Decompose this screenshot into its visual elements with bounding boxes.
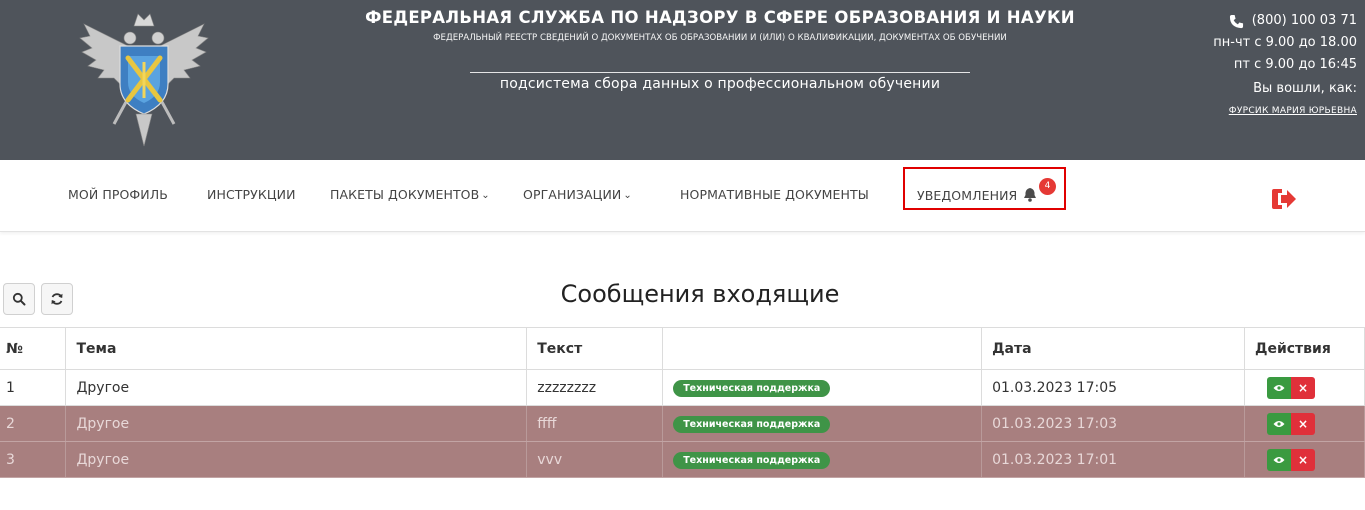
- cell-actions: ×: [1244, 405, 1365, 442]
- row-actions: ×: [1266, 448, 1315, 471]
- table-row[interactable]: 2 Другое ffff Техническая поддержка 01.0…: [0, 405, 1365, 442]
- bell-icon: [1024, 188, 1037, 202]
- title-divider: [470, 72, 970, 73]
- hours-fri: пт с 9.00 до 16:45: [1233, 57, 1357, 72]
- org-title: ФЕДЕРАЛЬНАЯ СЛУЖБА ПО НАДЗОРУ В СФЕРЕ ОБ…: [365, 8, 1075, 27]
- category-badge: Техническая поддержка: [673, 451, 831, 469]
- category-badge: Техническая поддержка: [673, 415, 831, 433]
- table-header-row: № Тема Текст Дата Действия: [0, 327, 1365, 370]
- phone-icon: [1229, 14, 1243, 28]
- column-header-actions: Действия: [1244, 327, 1365, 370]
- cell-actions: ×: [1244, 441, 1365, 478]
- nav-item-organizations[interactable]: ОРГАНИЗАЦИИ ⌄: [523, 187, 632, 202]
- logout-icon[interactable]: [1271, 187, 1297, 211]
- cell-text: zzzzzzzz: [526, 369, 664, 406]
- view-button[interactable]: [1266, 448, 1291, 471]
- close-icon: ×: [1297, 416, 1309, 431]
- nav-item-notifications-label: УВЕДОМЛЕНИЯ: [917, 188, 1018, 203]
- column-header-text[interactable]: Текст: [526, 327, 664, 370]
- row-actions: ×: [1266, 412, 1315, 435]
- phone-row: (800) 100 03 71: [1157, 10, 1357, 32]
- page-title: Сообщения входящие: [560, 280, 840, 308]
- nav-item-normative-docs[interactable]: НОРМАТИВНЫЕ ДОКУМЕНТЫ: [680, 187, 869, 202]
- cell-text: ffff: [526, 405, 664, 442]
- close-icon: ×: [1297, 380, 1309, 395]
- logged-in-label: Вы вошли, как:: [1253, 81, 1357, 96]
- delete-button[interactable]: ×: [1290, 376, 1315, 399]
- cell-number: 1: [0, 369, 67, 406]
- phone-number[interactable]: (800) 100 03 71: [1252, 10, 1357, 32]
- subsystem-title: подсистема сбора данных о профессиональн…: [499, 76, 941, 92]
- category-badge: Техническая поддержка: [673, 379, 831, 397]
- cell-date: 01.03.2023 17:05: [981, 369, 1245, 406]
- column-header-tag: [662, 327, 983, 370]
- nav-item-instructions[interactable]: ИНСТРУКЦИИ: [207, 187, 296, 202]
- hours-mon-thu: пн-чт с 9.00 до 18.00: [1213, 35, 1357, 50]
- close-icon: ×: [1297, 452, 1309, 467]
- main-nav: МОЙ ПРОФИЛЬ ИНСТРУКЦИИ ПАКЕТЫ ДОКУМЕНТОВ…: [0, 160, 1365, 232]
- cell-number: 3: [0, 441, 67, 478]
- view-button[interactable]: [1266, 412, 1291, 435]
- nav-item-profile[interactable]: МОЙ ПРОФИЛЬ: [68, 187, 168, 202]
- cell-text: vvv: [526, 441, 664, 478]
- messages-table: № Тема Текст Дата Действия 1 Другое zzzz…: [0, 327, 1365, 478]
- user-name-link[interactable]: ФУРСИК МАРИЯ ЮРЬЕВНА: [1157, 100, 1357, 122]
- eye-icon: [1273, 384, 1285, 391]
- delete-button[interactable]: ×: [1290, 412, 1315, 435]
- table-row[interactable]: 1 Другое zzzzzzzz Техническая поддержка …: [0, 369, 1365, 406]
- table-row[interactable]: 3 Другое vvv Техническая поддержка 01.03…: [0, 441, 1365, 478]
- cell-topic: Другое: [65, 405, 528, 442]
- notification-count-badge: 4: [1039, 178, 1056, 195]
- nav-item-notifications[interactable]: УВЕДОМЛЕНИЯ: [917, 187, 1037, 203]
- cell-actions: ×: [1244, 369, 1365, 406]
- nav-item-doc-packages[interactable]: ПАКЕТЫ ДОКУМЕНТОВ ⌄: [330, 187, 490, 202]
- nav-item-doc-packages-label: ПАКЕТЫ ДОКУМЕНТОВ: [330, 187, 480, 202]
- cell-topic: Другое: [65, 369, 528, 406]
- cell-date: 01.03.2023 17:03: [981, 405, 1245, 442]
- cell-tag: Техническая поддержка: [662, 369, 983, 406]
- column-header-number[interactable]: №: [0, 327, 67, 370]
- cell-topic: Другое: [65, 441, 528, 478]
- nav-item-organizations-label: ОРГАНИЗАЦИИ: [523, 187, 622, 202]
- contact-block: (800) 100 03 71 пн-чт с 9.00 до 18.00 пт…: [1157, 10, 1357, 122]
- chevron-down-icon: ⌄: [623, 190, 632, 201]
- site-header: ФЕДЕРАЛЬНАЯ СЛУЖБА ПО НАДЗОРУ В СФЕРЕ ОБ…: [0, 0, 1365, 160]
- title-block: ФЕДЕРАЛЬНАЯ СЛУЖБА ПО НАДЗОРУ В СФЕРЕ ОБ…: [330, 6, 1110, 95]
- cell-date: 01.03.2023 17:01: [981, 441, 1245, 478]
- delete-button[interactable]: ×: [1290, 448, 1315, 471]
- org-subtitle: ФЕДЕРАЛЬНЫЙ РЕЕСТР СВЕДЕНИЙ О ДОКУМЕНТАХ…: [433, 33, 1007, 43]
- emblem-logo: [79, 13, 209, 147]
- eye-icon: [1273, 420, 1285, 427]
- view-button[interactable]: [1266, 376, 1291, 399]
- cell-tag: Техническая поддержка: [662, 441, 983, 478]
- cell-tag: Техническая поддержка: [662, 405, 983, 442]
- column-header-date[interactable]: Дата: [981, 327, 1245, 370]
- eye-icon: [1273, 456, 1285, 463]
- column-header-topic[interactable]: Тема: [65, 327, 528, 370]
- cell-number: 2: [0, 405, 67, 442]
- row-actions: ×: [1266, 376, 1315, 399]
- chevron-down-icon: ⌄: [481, 190, 490, 201]
